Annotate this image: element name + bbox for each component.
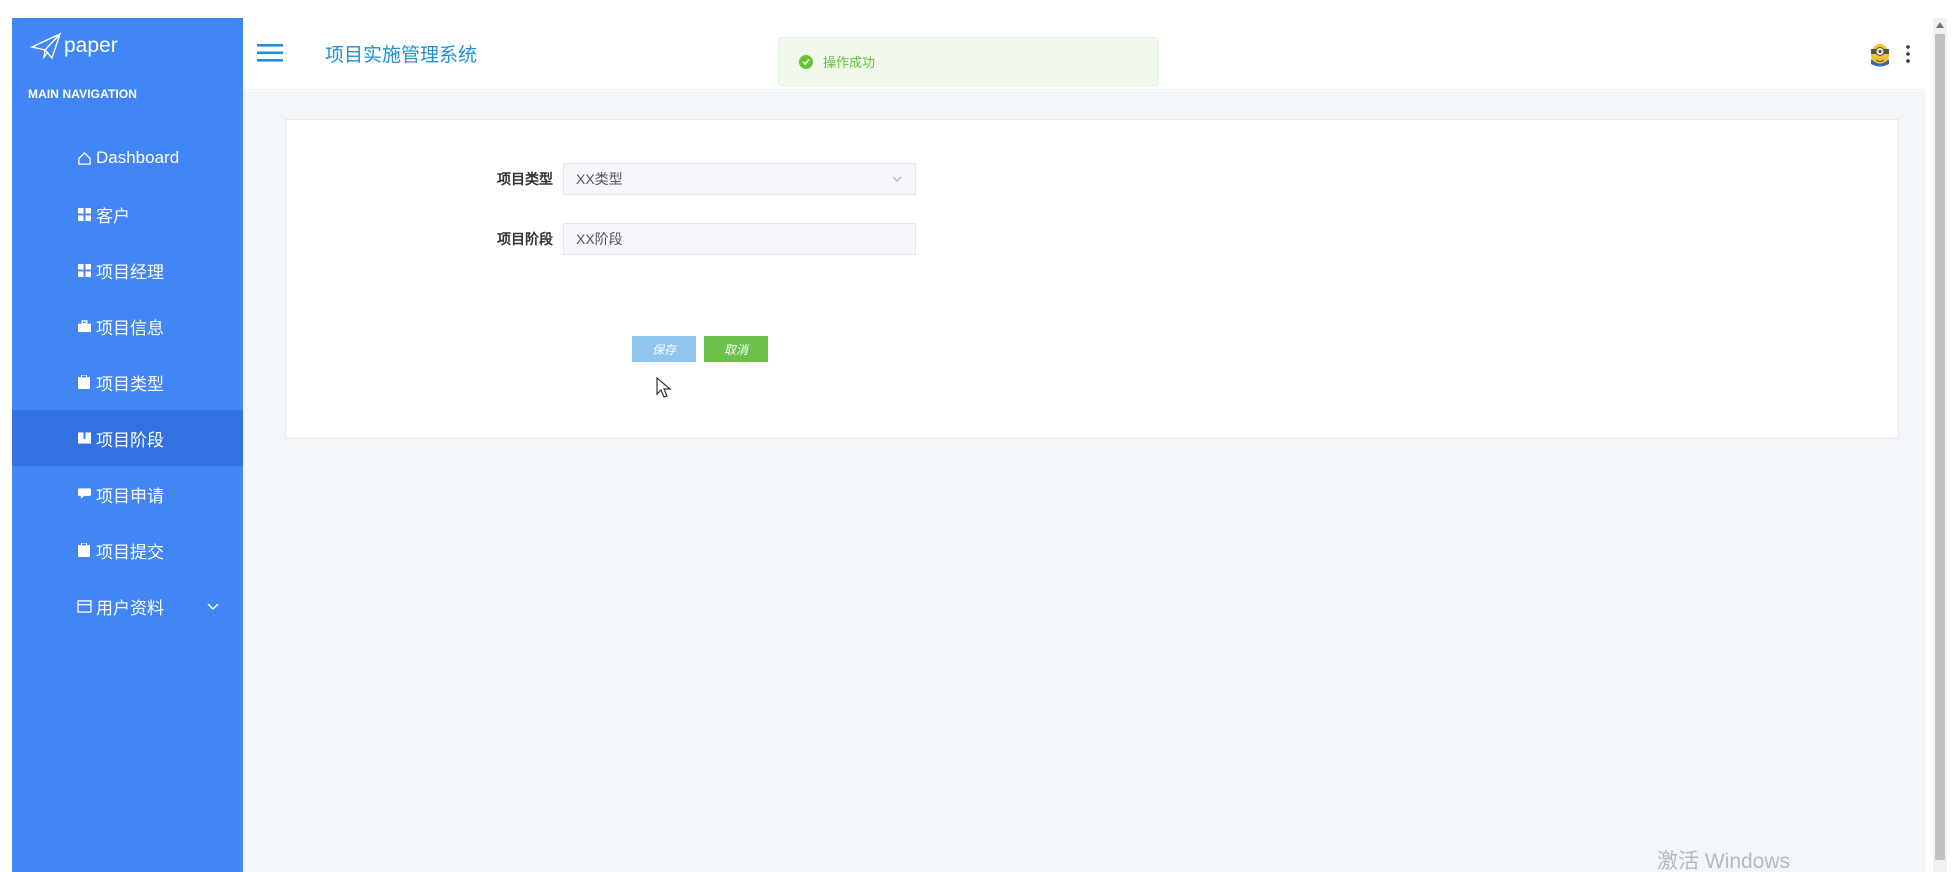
paper-plane-icon: [30, 32, 62, 60]
vertical-scrollbar[interactable]: [1933, 18, 1947, 872]
nav-caption: MAIN NAVIGATION: [28, 87, 138, 101]
project-type-value: XX类型: [576, 171, 623, 187]
chevron-down-icon[interactable]: [205, 598, 221, 614]
sidebar-item-label: 项目阶段: [96, 430, 164, 450]
sidebar-item-label: 客户: [96, 206, 130, 226]
success-toast: 操作成功: [778, 37, 1159, 86]
project-stage-value: XX阶段: [576, 231, 623, 247]
project-stage-label: 项目阶段: [497, 231, 553, 247]
project-type-row: 项目类型 XX类型: [483, 163, 916, 195]
stage-form-card: 项目类型 XX类型 项目阶段 XX阶段 保存 取消: [285, 119, 1899, 439]
briefcase-icon: [76, 318, 92, 334]
sidebar-item-project-applications[interactable]: 项目申请: [12, 466, 243, 522]
grid-icon: [76, 262, 92, 278]
app-title: 项目实施管理系统: [325, 45, 478, 66]
sidebar-item-label: Dashboard: [96, 148, 180, 167]
sidebar-item-customers[interactable]: 客户: [12, 186, 243, 242]
project-stage-row: 项目阶段 XX阶段: [483, 223, 916, 255]
sidebar-item-label: 项目信息: [96, 318, 164, 338]
brand-name: paper: [64, 34, 118, 57]
top-header: 项目实施管理系统 操作成功: [243, 18, 1926, 90]
scrollbar-thumb[interactable]: [1935, 34, 1945, 860]
check-circle-icon: [799, 54, 813, 69]
sidebar-item-project-managers[interactable]: 项目经理: [12, 242, 243, 298]
grid-icon: [76, 206, 92, 222]
chevron-down-icon: [892, 176, 902, 182]
comment-icon: [76, 486, 92, 502]
brand-logo[interactable]: paper: [30, 32, 118, 60]
scroll-up-arrow-icon[interactable]: [1933, 18, 1947, 32]
clipboard-icon: [76, 542, 92, 558]
sidebar: paper MAIN NAVIGATION Dashboard 客户 项目经理: [12, 18, 277, 872]
project-type-label: 项目类型: [497, 171, 553, 187]
card-icon: [76, 598, 92, 614]
home-icon: [76, 150, 92, 166]
toast-message: 操作成功: [823, 55, 876, 70]
sidebar-item-project-submissions[interactable]: 项目提交: [12, 522, 243, 578]
sidebar-item-label: 用户资料: [96, 598, 164, 618]
user-avatar-icon[interactable]: [1867, 38, 1893, 68]
sidebar-item-dashboard[interactable]: Dashboard: [12, 130, 243, 186]
more-options-icon[interactable]: [1903, 44, 1913, 64]
sidebar-item-project-stages[interactable]: 项目阶段: [12, 410, 277, 466]
hamburger-menu-icon[interactable]: [257, 42, 283, 64]
sidebar-item-label: 项目类型: [96, 374, 164, 394]
mouse-cursor-icon: [656, 377, 672, 398]
sidebar-item-label: 项目经理: [96, 262, 164, 282]
project-stage-input[interactable]: XX阶段: [563, 223, 916, 255]
clipboard-icon: [76, 374, 92, 390]
main-navigation: Dashboard 客户 项目经理 项目信息 项目类型 项目阶段 项目申请 项目…: [12, 130, 277, 634]
save-button[interactable]: 保存: [632, 336, 696, 362]
sidebar-item-label: 项目提交: [96, 542, 164, 562]
main-content: 项目类型 XX类型 项目阶段 XX阶段 保存 取消: [243, 91, 1926, 872]
windows-activation-watermark: 激活 Windows: [1657, 850, 1791, 872]
sidebar-item-project-info[interactable]: 项目信息: [12, 298, 243, 354]
sidebar-item-label: 项目申请: [96, 486, 164, 506]
sidebar-item-user-profile[interactable]: 用户资料: [12, 578, 243, 634]
cancel-button[interactable]: 取消: [704, 336, 768, 362]
project-type-select[interactable]: XX类型: [563, 163, 916, 195]
sidebar-item-project-types[interactable]: 项目类型: [12, 354, 243, 410]
book-icon: [76, 430, 92, 446]
